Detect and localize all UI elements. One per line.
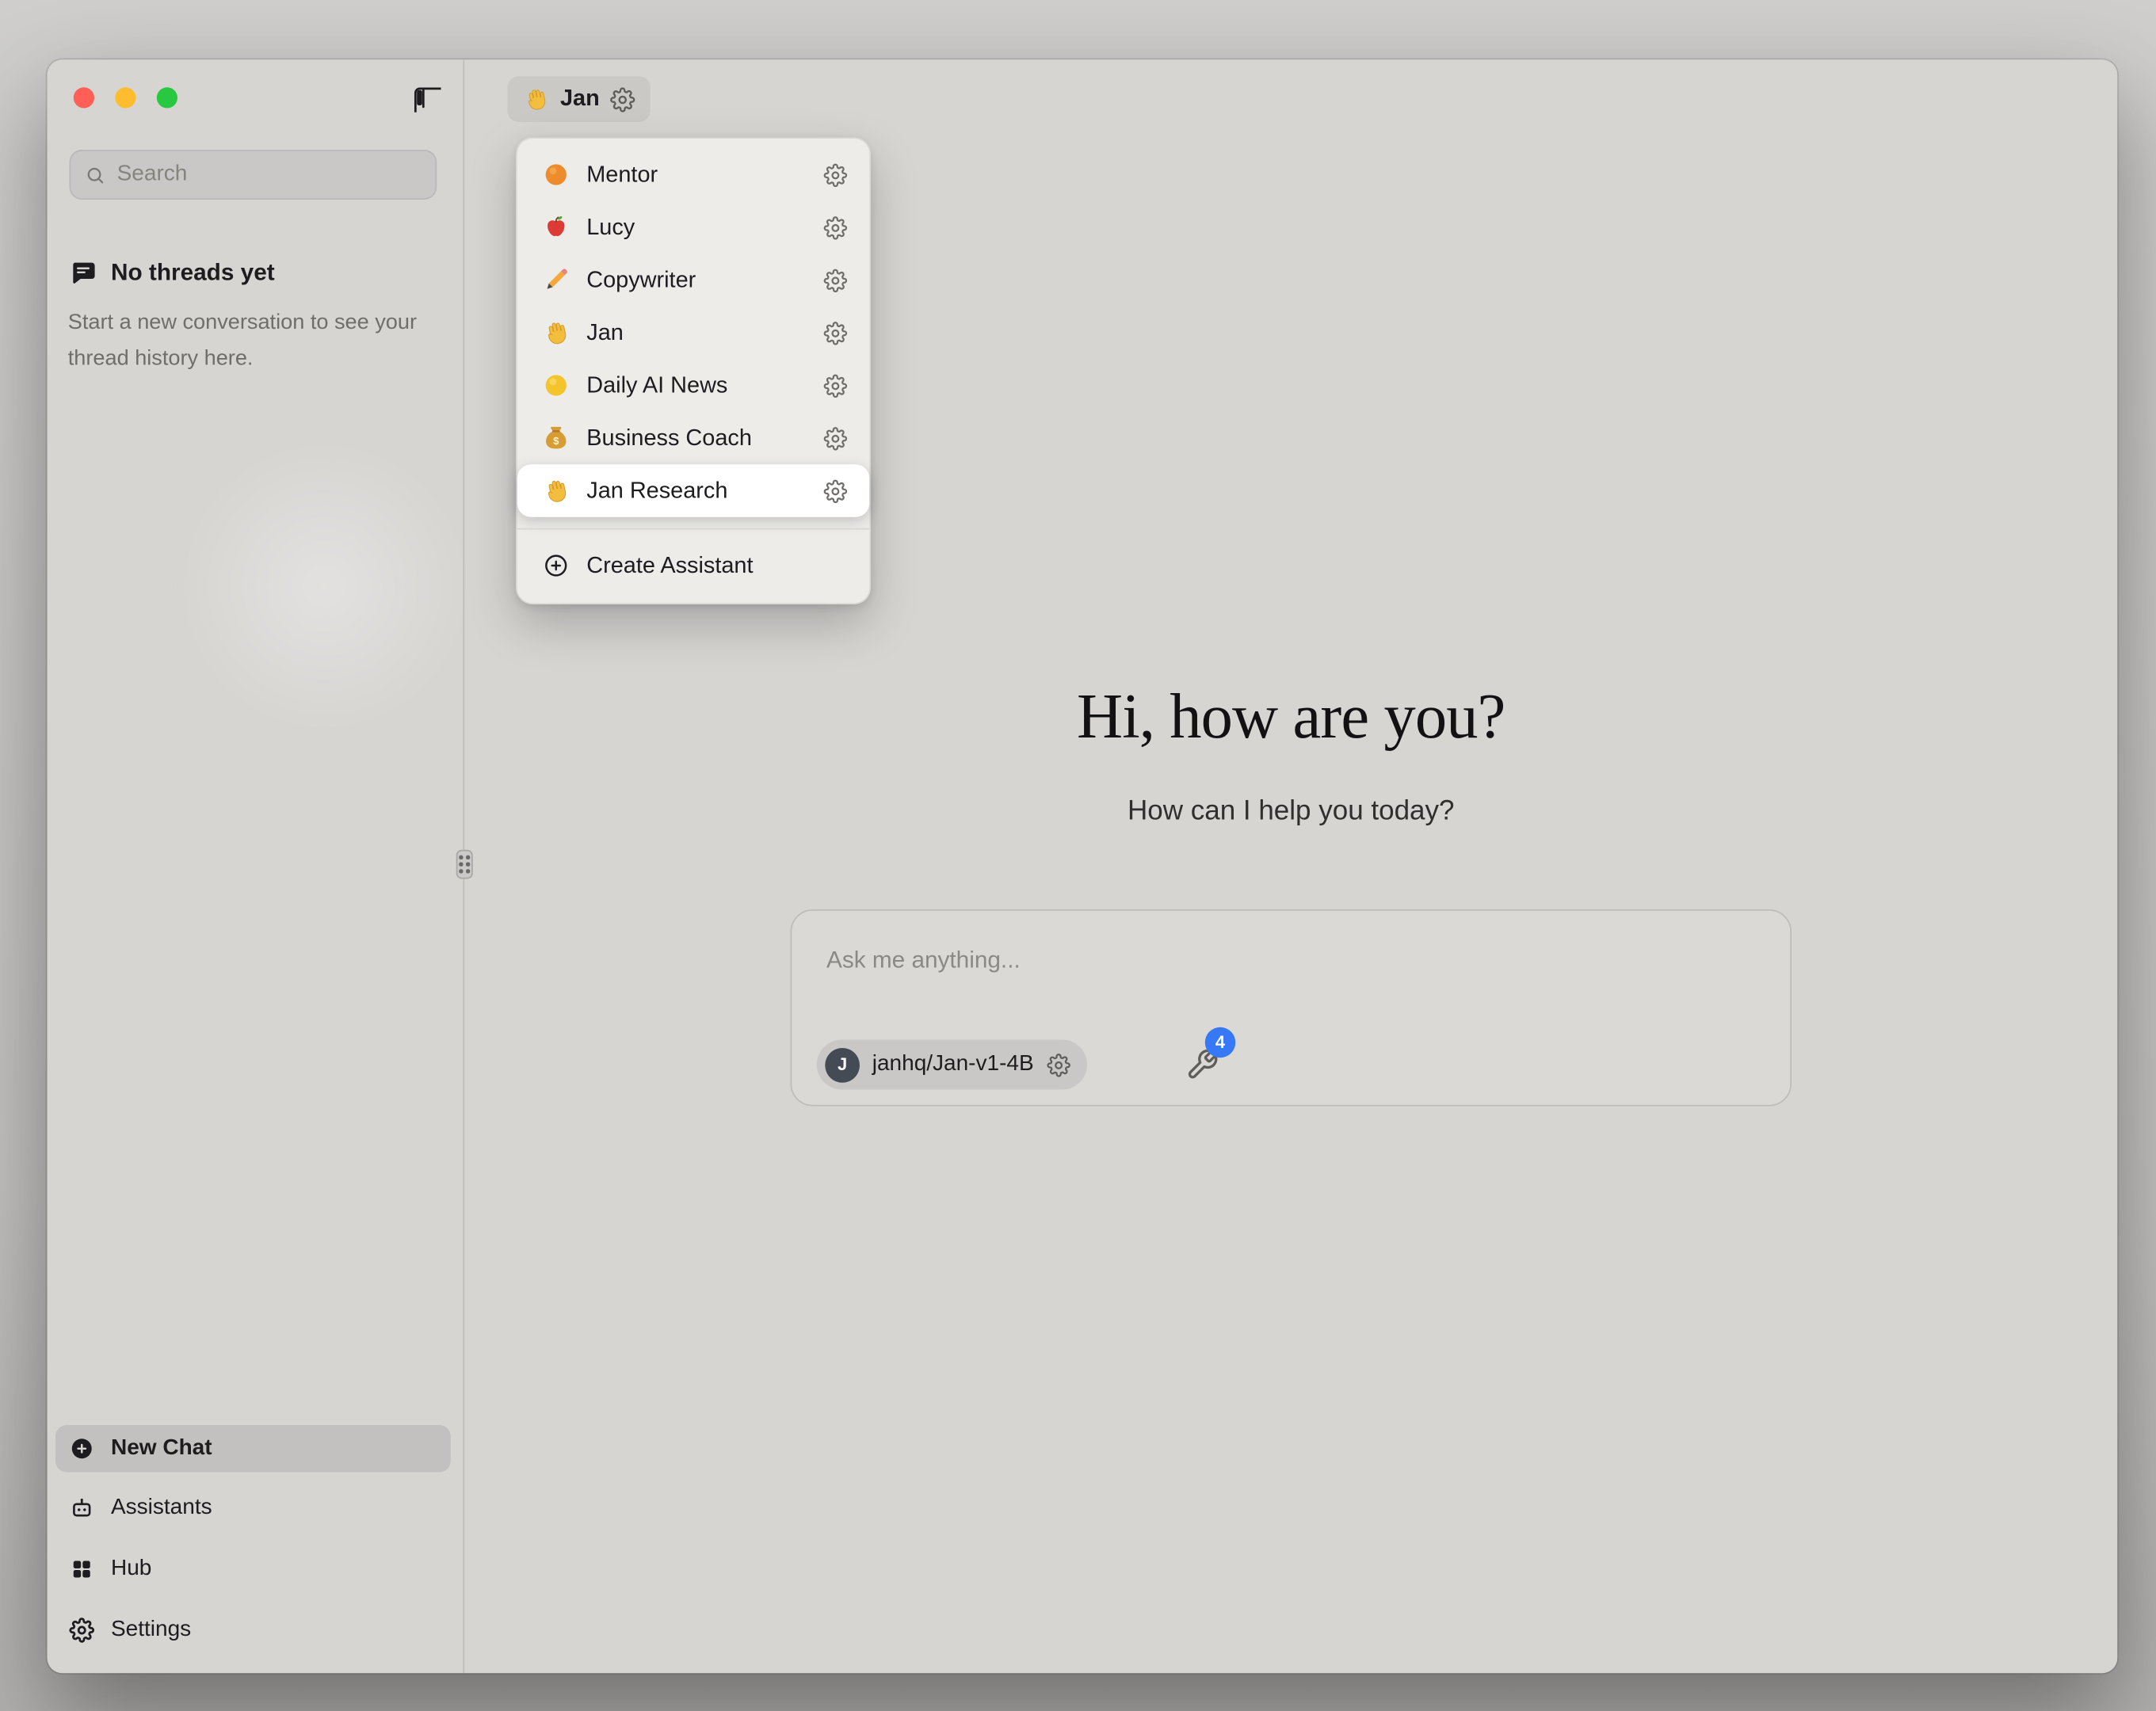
gear-icon	[70, 1618, 95, 1643]
plus-circle-icon	[70, 1436, 95, 1461]
gear-icon[interactable]	[824, 426, 848, 450]
sidebar-item-assistants[interactable]: Assistants	[55, 1484, 451, 1532]
assistant-menu-item-label: Business Coach	[586, 425, 807, 451]
sidebar-resize-handle[interactable]	[456, 850, 473, 879]
new-chat-button[interactable]: New Chat	[55, 1425, 451, 1473]
red-apple-icon	[542, 214, 570, 242]
desktop: No threads yet Start a new conversation …	[0, 0, 2156, 1711]
assistant-menu-item-label: Jan Research	[586, 478, 807, 504]
sidebar: No threads yet Start a new conversation …	[48, 59, 465, 1673]
model-selector[interactable]: J janhq/Jan-v1-4B	[817, 1040, 1086, 1090]
assistant-menu-item-mentor[interactable]: Mentor	[517, 148, 870, 201]
empty-state-subtitle: Start a new conversation to see your thr…	[68, 305, 423, 377]
assistant-menu-item-jan-research[interactable]: Jan Research	[517, 464, 870, 517]
sidebar-item-label: Settings	[111, 1618, 191, 1643]
model-avatar: J	[825, 1047, 860, 1082]
gear-icon[interactable]	[824, 163, 848, 187]
chat-input[interactable]	[826, 947, 1603, 974]
assistant-menu-item-lucy[interactable]: Lucy	[517, 201, 870, 254]
chat-bubble-icon	[70, 259, 97, 287]
search-box[interactable]	[70, 150, 437, 200]
chat-input-card[interactable]: J janhq/Jan-v1-4B 4	[791, 909, 1792, 1107]
plus-circle-outline-icon	[542, 552, 570, 580]
gear-icon[interactable]	[611, 86, 636, 112]
model-name: janhq/Jan-v1-4B	[872, 1052, 1034, 1077]
search-input[interactable]	[117, 162, 422, 188]
assistant-selector[interactable]: Jan	[508, 76, 651, 122]
grid-icon	[70, 1557, 95, 1582]
gear-icon[interactable]	[824, 374, 848, 398]
empty-state: No threads yet	[70, 259, 275, 287]
assistant-menu-item-business-coach[interactable]: $ Business Coach	[517, 412, 870, 465]
money-bag-icon: $	[542, 425, 570, 452]
menu-divider	[517, 528, 870, 530]
toggle-sidebar-icon[interactable]	[412, 83, 441, 112]
svg-text:$: $	[553, 435, 559, 447]
minimize-button[interactable]	[115, 87, 135, 108]
sidebar-item-label: Hub	[111, 1557, 151, 1582]
empty-state-title: No threads yet	[111, 259, 275, 287]
gear-icon[interactable]	[824, 215, 848, 239]
zoom-button[interactable]	[157, 87, 177, 108]
assistant-menu: Mentor Lucy Copywriter	[516, 137, 871, 604]
sidebar-decoration	[172, 434, 464, 739]
window-controls	[74, 87, 177, 108]
robot-icon	[70, 1496, 95, 1521]
gear-icon[interactable]	[1046, 1053, 1070, 1077]
app-window: No threads yet Start a new conversation …	[48, 59, 2118, 1673]
waving-hand-icon	[540, 474, 573, 508]
assistant-menu-item-jan[interactable]: Jan	[517, 307, 870, 360]
tools-count-badge[interactable]: 4	[1205, 1027, 1236, 1058]
assistant-menu-item-label: Copywriter	[586, 267, 807, 293]
greeting-title: Hi, how are you?	[464, 680, 2117, 753]
create-assistant-button[interactable]: Create Assistant	[517, 539, 870, 593]
close-button[interactable]	[74, 87, 94, 108]
waving-hand-icon	[540, 316, 573, 349]
create-assistant-label: Create Assistant	[586, 552, 847, 578]
assistant-menu-item-label: Daily AI News	[586, 372, 807, 398]
pencil-icon	[542, 266, 570, 294]
orange-circle-icon	[542, 161, 570, 189]
greeting-subtitle: How can I help you today?	[464, 796, 2117, 828]
assistant-menu-item-copywriter[interactable]: Copywriter	[517, 253, 870, 307]
sidebar-item-settings[interactable]: Settings	[55, 1606, 451, 1654]
sidebar-item-label: Assistants	[111, 1496, 212, 1521]
waving-hand-icon	[521, 83, 551, 114]
yellow-circle-icon	[542, 372, 570, 399]
new-chat-label: New Chat	[111, 1436, 212, 1461]
gear-icon[interactable]	[824, 321, 848, 345]
assistant-menu-item-label: Jan	[586, 319, 807, 345]
assistant-menu-item-label: Lucy	[586, 214, 807, 240]
main-area: Jan Mentor Lucy	[464, 59, 2117, 1673]
search-icon	[85, 163, 106, 187]
assistant-menu-item-daily-ai-news[interactable]: Daily AI News	[517, 359, 870, 412]
assistant-menu-item-label: Mentor	[586, 162, 807, 188]
current-assistant-name: Jan	[560, 86, 600, 112]
sidebar-item-hub[interactable]: Hub	[55, 1545, 451, 1593]
gear-icon[interactable]	[824, 269, 848, 292]
gear-icon[interactable]	[824, 479, 848, 503]
